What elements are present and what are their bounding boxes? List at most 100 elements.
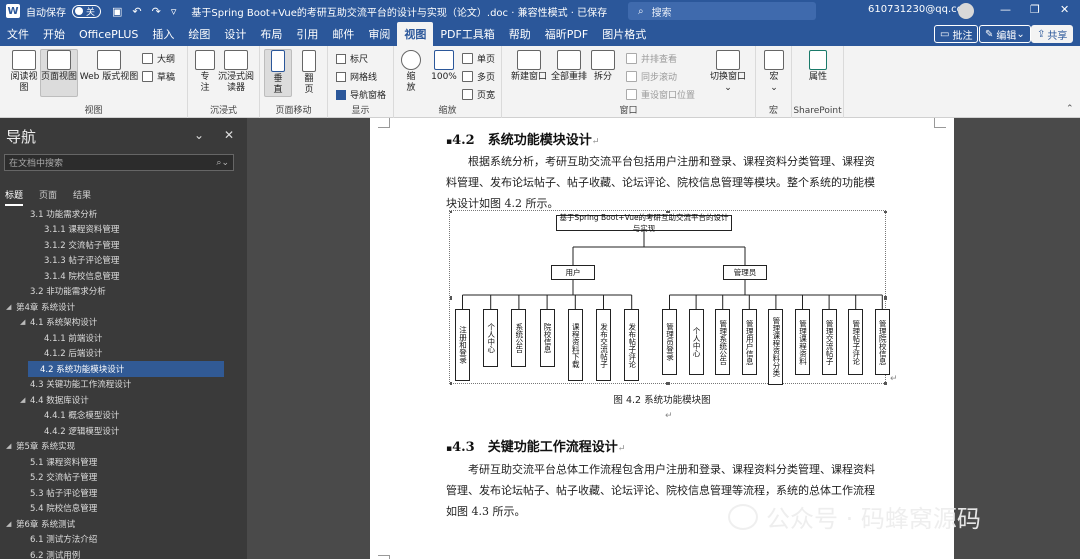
tab-8[interactable]: 邮件 bbox=[325, 22, 361, 46]
edit-mode-button[interactable]: ✎ 编辑 ⌄ bbox=[979, 25, 1031, 43]
nav-close-icon[interactable]: ✕ bbox=[224, 128, 234, 142]
outline-button[interactable]: 大纲 bbox=[142, 52, 175, 65]
nav-heading-item[interactable]: ◢ 4.4 数据库设计 bbox=[0, 392, 240, 408]
comment-button[interactable]: ▭ 批注 bbox=[934, 25, 979, 43]
split-button[interactable]: 拆分 bbox=[590, 50, 616, 83]
side-to-side-label: 翻页 bbox=[304, 74, 314, 95]
minimize-icon[interactable]: — bbox=[1000, 3, 1011, 16]
tab-0[interactable]: 文件 bbox=[0, 22, 36, 46]
collapse-arrow-icon[interactable]: ◢ bbox=[6, 520, 16, 528]
reset-window-button[interactable]: 重设窗口位置 bbox=[626, 88, 695, 101]
one-page-button[interactable]: 单页 bbox=[462, 52, 495, 65]
gridlines-checkbox[interactable]: 网格线 bbox=[336, 70, 377, 83]
read-mode-button[interactable]: 阅读视图 bbox=[8, 50, 40, 94]
nav-heading-item[interactable]: 3.1.3 帖子评论管理 bbox=[0, 253, 240, 269]
tab-12[interactable]: 帮助 bbox=[502, 22, 538, 46]
nav-options-chevron-icon[interactable]: ⌄ bbox=[194, 128, 204, 142]
nav-tab-1[interactable]: 页面 bbox=[39, 188, 57, 206]
nav-heading-item[interactable]: ◢ 第6章 系统测试 bbox=[0, 516, 240, 532]
side-to-side-icon bbox=[302, 50, 316, 72]
document-page[interactable]: ▪4.2 系统功能模块设计↵ 根据系统分析，考研互助交流平台包括用户注册和登录、… bbox=[370, 118, 954, 559]
print-layout-button[interactable]: 页面视图 bbox=[40, 49, 78, 97]
collapse-arrow-icon[interactable]: ◢ bbox=[6, 303, 16, 311]
customize-toolbar-icon[interactable]: ▿ bbox=[171, 5, 177, 18]
nav-heading-item[interactable]: 4.2 系统功能模块设计 bbox=[28, 361, 224, 377]
avatar[interactable] bbox=[958, 3, 974, 19]
nav-heading-item[interactable]: 3.2 非功能需求分析 bbox=[0, 284, 240, 300]
view-side-by-side-button[interactable]: 并排查看 bbox=[626, 52, 677, 65]
nav-search-input[interactable]: 在文档中搜索 ⌕⌄ bbox=[4, 154, 234, 171]
nav-heading-item[interactable]: 5.1 课程资料管理 bbox=[0, 454, 240, 470]
nav-heading-item[interactable]: 4.1.1 前端设计 bbox=[0, 330, 240, 346]
nav-pane-checkbox[interactable]: 导航窗格 bbox=[336, 88, 386, 101]
zoom-button[interactable]: 缩放 bbox=[398, 50, 424, 94]
focus-button[interactable]: 专注 bbox=[194, 50, 216, 94]
nav-heading-item[interactable]: ◢ 第5章 系统实现 bbox=[0, 439, 240, 455]
draft-button[interactable]: 草稿 bbox=[142, 70, 175, 83]
tab-5[interactable]: 设计 bbox=[217, 22, 253, 46]
collapse-arrow-icon[interactable]: ◢ bbox=[6, 442, 16, 450]
vertical-button[interactable]: 垂直 bbox=[264, 49, 292, 97]
tab-2[interactable]: OfficePLUS bbox=[72, 22, 145, 46]
collapse-ribbon-icon[interactable]: ⌃ bbox=[1066, 104, 1074, 114]
account-email[interactable]: 610731230@qq.com bbox=[868, 4, 973, 15]
nav-heading-item[interactable]: 5.3 帖子评论管理 bbox=[0, 485, 240, 501]
undo-icon[interactable]: ↶ bbox=[132, 5, 141, 18]
resize-handle bbox=[884, 211, 887, 213]
nav-heading-item[interactable]: 3.1.4 院校信息管理 bbox=[0, 268, 240, 284]
nav-heading-item[interactable]: 3.1 功能需求分析 bbox=[0, 206, 240, 222]
next-page[interactable] bbox=[370, 555, 954, 559]
nav-heading-item[interactable]: 4.3 关键功能工作流程设计 bbox=[0, 377, 240, 393]
tab-3[interactable]: 插入 bbox=[145, 22, 181, 46]
nav-heading-item[interactable]: 3.1.2 交流帖子管理 bbox=[0, 237, 240, 253]
arrange-all-button[interactable]: 全部重排 bbox=[550, 50, 588, 83]
nav-tab-2[interactable]: 结果 bbox=[73, 188, 91, 206]
tab-14[interactable]: 图片格式 bbox=[595, 22, 653, 46]
nav-heading-item[interactable]: ◢ 4.1 系统架构设计 bbox=[0, 315, 240, 331]
restore-icon[interactable]: ❐ bbox=[1030, 3, 1040, 16]
zoom-100-button[interactable]: 100% bbox=[430, 50, 458, 83]
macros-button[interactable]: 宏 ⌄ bbox=[762, 50, 786, 94]
module-diagram[interactable]: 基于Spring Boot+Vue的考研互助交流平台的设计与实现 用户 管理员 注册和… bbox=[449, 210, 890, 385]
collapse-arrow-icon[interactable]: ◢ bbox=[20, 396, 30, 404]
document-canvas[interactable]: ▪4.2 系统功能模块设计↵ 根据系统分析，考研互助交流平台包括用户注册和登录、… bbox=[247, 118, 1080, 559]
tab-6[interactable]: 布局 bbox=[253, 22, 289, 46]
tab-11[interactable]: PDF工具箱 bbox=[433, 22, 501, 46]
switch-window-button[interactable]: 切换窗口 ⌄ bbox=[708, 50, 748, 94]
properties-button[interactable]: 属性 bbox=[806, 50, 830, 83]
share-button[interactable]: ⇪ 共享 bbox=[1031, 25, 1074, 43]
page-width-button[interactable]: 页宽 bbox=[462, 88, 495, 101]
tab-1[interactable]: 开始 bbox=[36, 22, 72, 46]
nav-heading-item[interactable]: 4.4.2 逻辑模型设计 bbox=[0, 423, 240, 439]
nav-heading-item[interactable]: 5.4 院校信息管理 bbox=[0, 501, 240, 517]
tab-13[interactable]: 福昕PDF bbox=[538, 22, 595, 46]
multiple-pages-button[interactable]: 多页 bbox=[462, 70, 495, 83]
user-module-box: 发布交流帖子 bbox=[596, 309, 611, 381]
collapse-arrow-icon[interactable]: ◢ bbox=[20, 318, 30, 326]
page-corner-mark bbox=[934, 118, 946, 128]
nav-heading-item[interactable]: ◢ 第4章 系统设计 bbox=[0, 299, 240, 315]
side-to-side-button[interactable]: 翻页 bbox=[296, 50, 322, 96]
immersive-reader-button[interactable]: 沉浸式阅读器 bbox=[218, 50, 254, 94]
nav-heading-item[interactable]: 5.2 交流帖子管理 bbox=[0, 470, 240, 486]
print-layout-icon bbox=[47, 50, 71, 70]
nav-heading-item[interactable]: 6.1 测试方法介绍 bbox=[0, 532, 240, 548]
ruler-checkbox[interactable]: 标尺 bbox=[336, 52, 368, 65]
nav-heading-item[interactable]: 6.2 测试用例 bbox=[0, 547, 240, 559]
web-layout-button[interactable]: Web 版式视图 bbox=[79, 50, 139, 83]
nav-tab-0[interactable]: 标题 bbox=[5, 188, 24, 206]
tab-9[interactable]: 审阅 bbox=[361, 22, 397, 46]
nav-heading-item[interactable]: 4.1.2 后端设计 bbox=[0, 346, 240, 362]
save-icon[interactable]: ▣ bbox=[112, 5, 122, 18]
autosave-toggle[interactable]: 关 bbox=[72, 4, 102, 18]
tab-4[interactable]: 绘图 bbox=[181, 22, 217, 46]
search-box[interactable]: ⌕ 搜索 bbox=[628, 2, 816, 20]
new-window-button[interactable]: 新建窗口 bbox=[510, 50, 548, 83]
redo-icon[interactable]: ↷ bbox=[152, 5, 161, 18]
nav-heading-item[interactable]: 4.4.1 概念模型设计 bbox=[0, 408, 240, 424]
tab-10[interactable]: 视图 bbox=[397, 22, 434, 46]
sync-scroll-button[interactable]: 同步滚动 bbox=[626, 70, 677, 83]
nav-heading-item[interactable]: 3.1.1 课程资料管理 bbox=[0, 222, 240, 238]
close-icon[interactable]: ✕ bbox=[1060, 3, 1069, 16]
tab-7[interactable]: 引用 bbox=[289, 22, 325, 46]
